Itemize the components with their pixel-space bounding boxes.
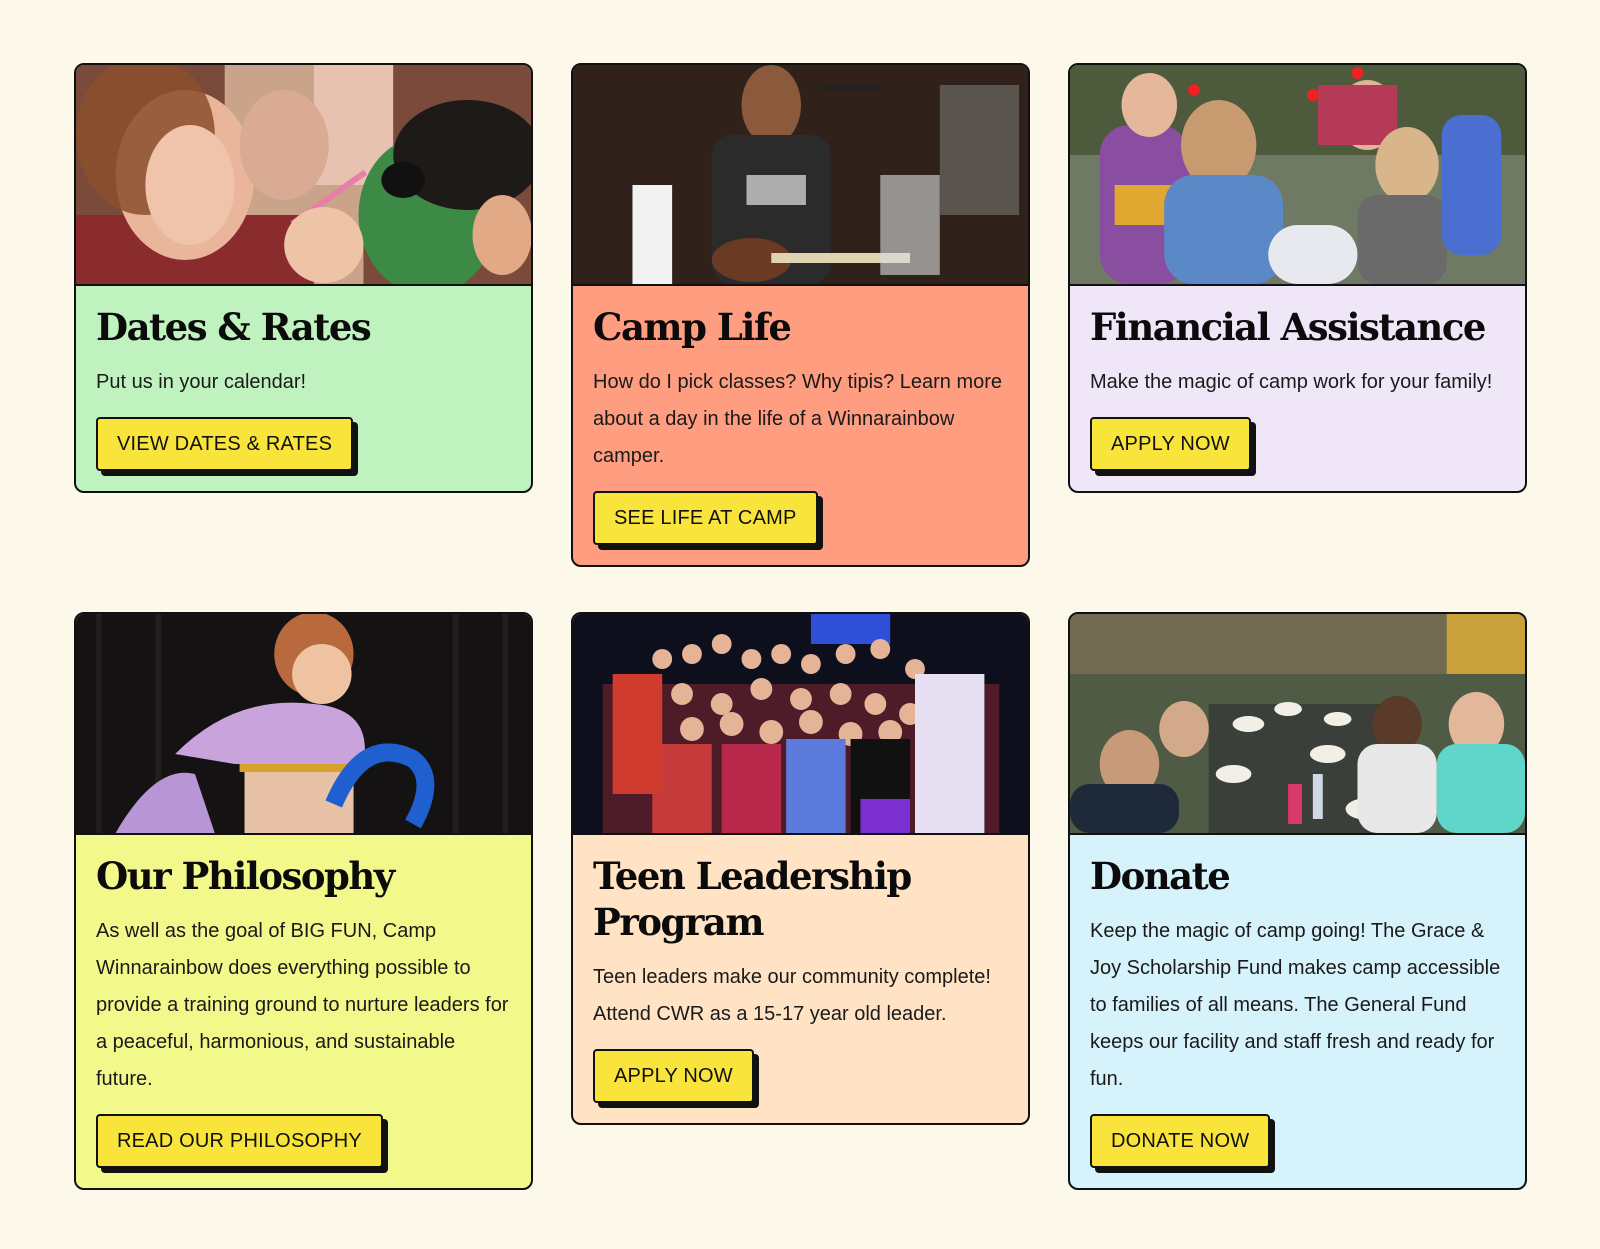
card-description: Keep the magic of camp going! The Grace …: [1090, 920, 1501, 1090]
card-title: Donate: [1090, 854, 1231, 898]
card-description: As well as the goal of BIG FUN, Camp Win…: [96, 920, 509, 1090]
card-dates-rates: Dates & Rates Put us in your calendar! V…: [74, 63, 533, 493]
see-life-at-camp-button[interactable]: SEE LIFE AT CAMP: [593, 491, 818, 545]
card-camp-life: Camp Life How do I pick classes? Why tip…: [571, 63, 1030, 567]
card-title: Dates & Rates: [96, 305, 372, 349]
campers-picnic-table-photo: [1070, 614, 1525, 835]
camper-face-painting-photo: [76, 65, 531, 286]
card-our-philosophy: Our Philosophy As well as the goal of BI…: [74, 612, 533, 1190]
donate-now-button[interactable]: DONATE NOW: [1090, 1114, 1271, 1168]
campers-clown-noses-photo: [1070, 65, 1525, 286]
card-description: How do I pick classes? Why tipis? Learn …: [593, 371, 1003, 467]
card-title: Our Philosophy: [96, 854, 395, 898]
card-financial-assistance: Financial Assistance Make the magic of c…: [1068, 63, 1527, 493]
card-title: Camp Life: [593, 305, 792, 349]
card-teen-leadership: Teen Leadership Program Teen leaders mak…: [571, 612, 1030, 1125]
camper-playing-ukulele-photo: [573, 65, 1028, 286]
card-donate: Donate Keep the magic of camp going! The…: [1068, 612, 1527, 1190]
apply-now-button[interactable]: APPLY NOW: [1090, 417, 1251, 471]
card-title: Teen Leadership Program: [593, 854, 912, 944]
card-title: Financial Assistance: [1090, 305, 1486, 349]
read-our-philosophy-button[interactable]: READ OUR PHILOSOPHY: [96, 1114, 383, 1168]
apply-now-button[interactable]: APPLY NOW: [593, 1049, 754, 1103]
child-hula-hoop-photo: [76, 614, 531, 835]
teen-leaders-group-photo: [573, 614, 1028, 835]
view-dates-rates-button[interactable]: VIEW DATES & RATES: [96, 417, 354, 471]
card-description: Put us in your calendar!: [96, 371, 307, 393]
card-description: Teen leaders make our community complete…: [593, 966, 991, 1025]
card-description: Make the magic of camp work for your fam…: [1090, 371, 1493, 393]
